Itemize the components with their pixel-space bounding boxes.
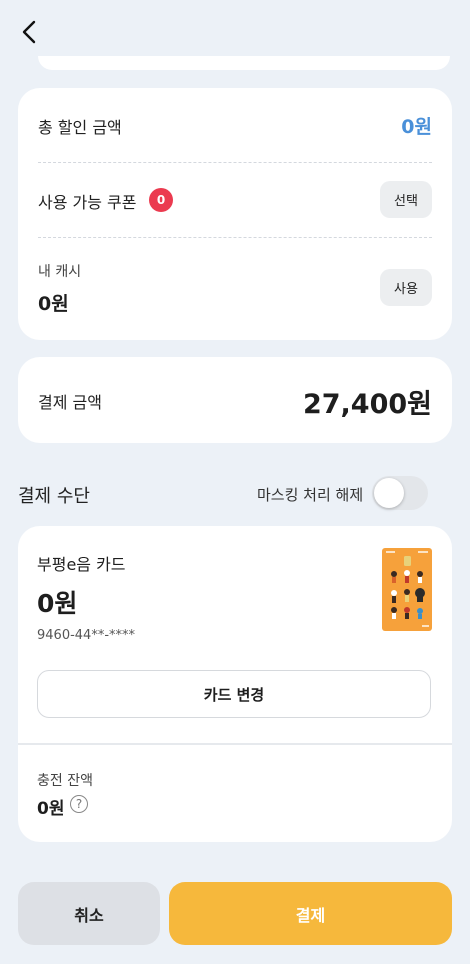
charge-balance-label: 충전 잔액 (37, 773, 93, 789)
back-button[interactable] (14, 16, 46, 48)
charge-balance-value: 0원 (37, 799, 65, 819)
dashed-divider (38, 237, 432, 238)
dashed-divider (38, 162, 432, 163)
payment-amount-card: 결제 금액 27,400원 (18, 357, 452, 443)
cash-label: 내 캐시 (38, 264, 82, 280)
previous-card-edge (38, 56, 450, 70)
masking-label: 마스킹 처리 해제 (257, 486, 364, 504)
total-discount-label: 총 할인 금액 (38, 118, 122, 137)
masking-toggle[interactable] (372, 476, 428, 510)
discount-card: 총 할인 금액 0원 사용 가능 쿠폰 0 선택 내 캐시 0원 사용 (18, 88, 452, 340)
card-illustration (386, 551, 429, 627)
pay-button[interactable]: 결제 (169, 882, 452, 945)
chevron-left-icon (22, 20, 36, 44)
coupon-select-button[interactable]: 선택 (380, 181, 432, 218)
coupon-count-badge: 0 (149, 188, 173, 212)
card-image (382, 548, 432, 631)
cash-use-button[interactable]: 사용 (380, 269, 432, 306)
cancel-button[interactable]: 취소 (18, 882, 160, 945)
cash-value: 0원 (38, 293, 69, 315)
payment-amount-value: 27,400원 (302, 389, 432, 420)
help-icon[interactable]: ? (70, 795, 88, 813)
payment-amount-label: 결제 금액 (38, 393, 102, 412)
card-number: 9460-44**-**** (37, 628, 136, 643)
payment-method-title: 결제 수단 (18, 486, 90, 507)
card-name: 부평e음 카드 (37, 555, 126, 574)
toggle-knob (374, 478, 404, 508)
card-divider (18, 743, 452, 745)
coupon-label: 사용 가능 쿠폰 (38, 193, 137, 212)
card-balance: 0원 (37, 589, 78, 618)
change-card-button[interactable]: 카드 변경 (37, 670, 431, 718)
total-discount-value: 0원 (401, 116, 432, 138)
